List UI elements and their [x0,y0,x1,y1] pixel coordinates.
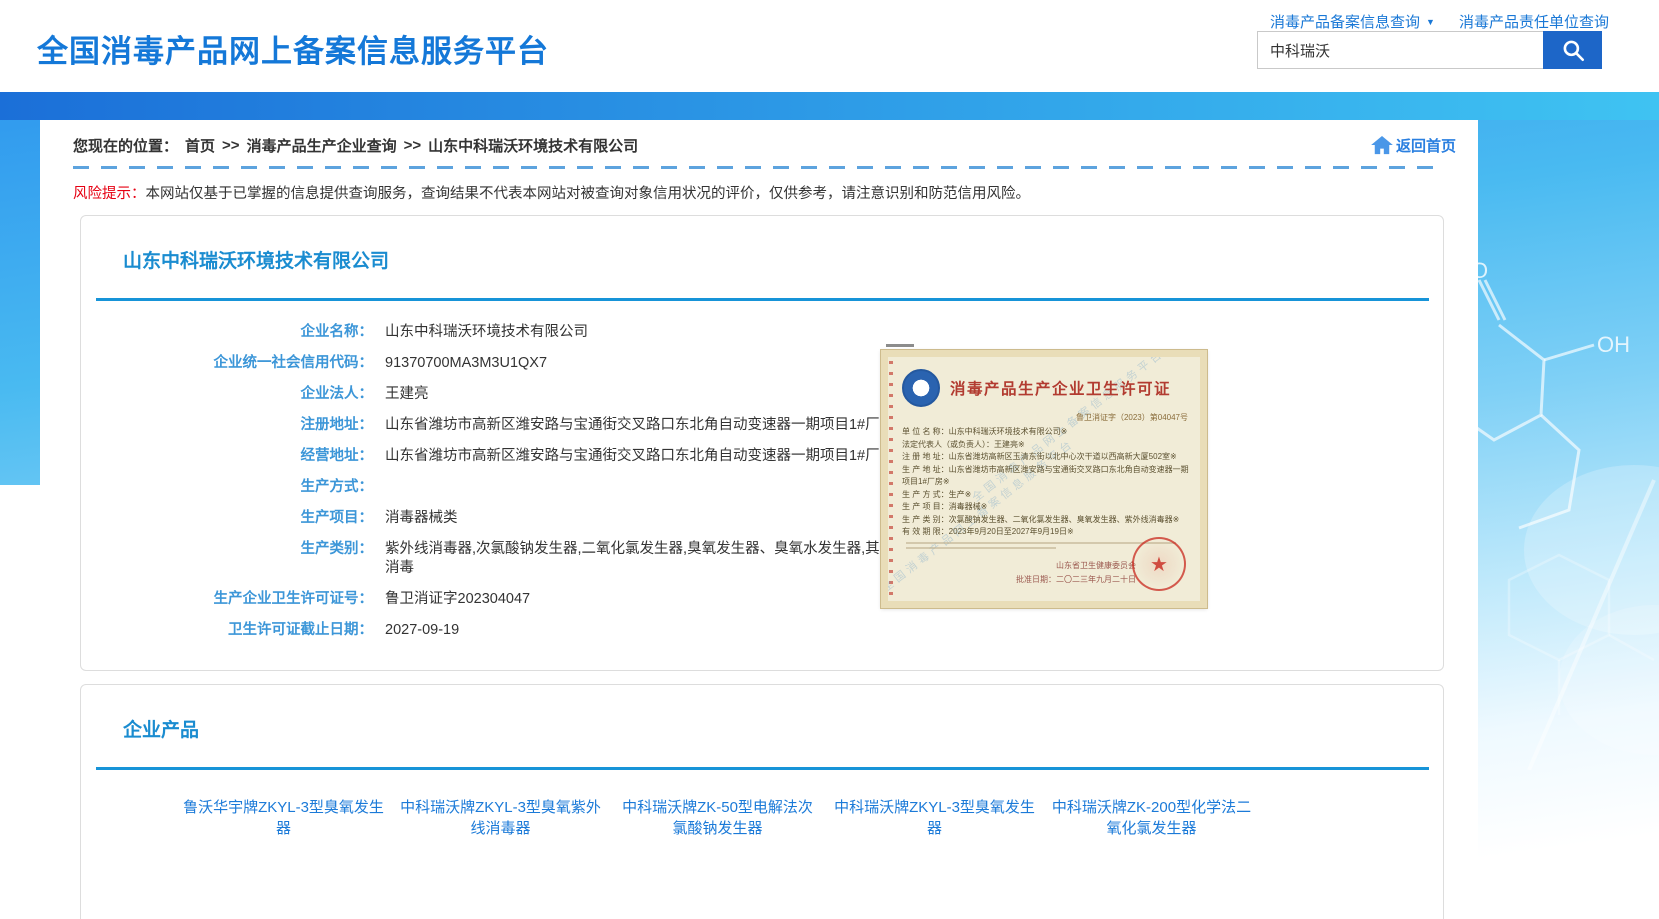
site-title: 全国消毒产品网上备案信息服务平台 [37,26,549,71]
company-field-row: 生产类别： 紫外线消毒器,次氯酸钠发生器,二氧化氯发生器,臭氧发生器、臭氧水发生器… [93,540,1443,578]
background-left-cut [0,485,40,919]
certificate-line: 生 产 地 址：山东省潍坊市高新区潍安路与宝通街交叉路口东北角自动变速器一期项目… [902,464,1192,489]
dashed-divider [73,166,1445,169]
breadcrumb-home[interactable]: 首页 [185,135,215,156]
chevron-down-icon: ▼ [1426,17,1435,27]
field-value: 鲁卫消证字202304047 [385,590,530,609]
company-field-row: 企业法人： 王建亮 [93,385,1443,404]
field-value: 2027-09-19 [385,621,459,640]
field-label: 生产项目： [93,509,373,528]
company-field-row: 注册地址： 山东省潍坊市高新区潍安路与宝通街交叉路口东北角自动变速器一期项目1#厂… [93,416,1443,435]
certificate-line: 生 产 项 目：消毒器械※ [902,501,1192,514]
field-value: 紫外线消毒器,次氯酸钠发生器,二氧化氯发生器,臭氧发生器、臭氧水发生器,其他器械… [385,540,925,578]
certificate-line: 注 册 地 址：山东省潍坊高新区玉清东街以北中心次干道以西高新大厦502室※ [902,451,1192,464]
breadcrumb: 您现在的位置： 首页 >> 消毒产品生产企业查询 >> 山东中科瑞沃环境技术有限… [40,120,1478,156]
site-header: 全国消毒产品网上备案信息服务平台 消毒产品备案信息查询 ▼ 消毒产品责任单位查询 [0,0,1659,92]
certificate-title: 消毒产品生产企业卫生许可证 [950,377,1171,399]
company-field-row: 生产方式： [93,478,1443,497]
certificate-emblem-icon [902,369,940,407]
product-link[interactable]: 中科瑞沃牌ZK-50型电解法次氯酸钠发生器 [615,797,820,839]
breadcrumb-path: 您现在的位置： 首页 >> 消毒产品生产企业查询 >> 山东中科瑞沃环境技术有限… [73,135,638,156]
search-box [1257,31,1602,69]
field-label: 经营地址： [93,447,373,466]
risk-notice-label: 风险提示： [73,186,146,202]
breadcrumb-separator: >> [222,137,240,154]
search-icon [1560,37,1586,63]
product-link[interactable]: 中科瑞沃牌ZKYL-3型臭氧发生器 [832,797,1037,839]
company-card: 山东中科瑞沃环境技术有限公司 企业名称：山东中科瑞沃环境技术有限公司企业统一社会… [80,215,1444,671]
hygiene-license-certificate-image: 全国消毒产品网上备案信息服务平台 全国消毒产品网上备案信息服务平台 消毒产品生产… [881,350,1207,608]
field-value: 山东省潍坊市高新区潍安路与宝通街交叉路口东北角自动变速器一期项目1#厂房 [385,447,894,466]
field-label: 生产方式： [93,478,373,497]
risk-notice-text: 本网站仅基于已掌握的信息提供查询服务，查询结果不代表本网站对被查询对象信用状况的… [146,186,1031,202]
company-field-row: 卫生许可证截止日期： 2027-09-19 [93,621,1443,640]
field-label: 企业统一社会信用代码： [93,354,373,373]
page: O OH 全国消毒产品网上备案信息服务平台 消毒产品备案信息查询 ▼ 消毒产品责… [0,0,1659,919]
company-card-title: 山东中科瑞沃环境技术有限公司 [81,216,1443,273]
certificate-approve-date: 批准日期：二〇二三年九月二十日 [1016,574,1136,585]
certificate-line: 有 效 期 限：2023年9月20日至2027年9月19日※ [902,526,1192,539]
field-label: 卫生许可证截止日期： [93,621,373,640]
back-home-label: 返回首页 [1396,135,1456,156]
field-value: 王建亮 [385,385,429,404]
main-container: 您现在的位置： 首页 >> 消毒产品生产企业查询 >> 山东中科瑞沃环境技术有限… [40,120,1478,919]
back-home-link[interactable]: 返回首页 [1371,135,1456,156]
certificate-line: 法定代表人（或负责人）：王建亮※ [902,439,1192,452]
company-fields: 企业名称： 山东中科瑞沃环境技术有限公司企业统一社会信用代码： 91370700MA… [81,301,1443,670]
company-field-row: 生产企业卫生许可证号： 鲁卫消证字202304047 [93,590,1443,609]
field-value: 消毒器械类 [385,509,458,528]
company-field-row: 经营地址： 山东省潍坊市高新区潍安路与宝通街交叉路口东北角自动变速器一期项目1#厂… [93,447,1443,466]
certificate-lines: 单 位 名 称：山东中科瑞沃环境技术有限公司※法定代表人（或负责人）：王建亮※注… [902,426,1192,539]
product-link[interactable]: 中科瑞沃牌ZK-200型化学法二氧化氯发生器 [1049,797,1254,839]
company-field-row: 生产项目： 消毒器械类 [93,509,1443,528]
products-card-title: 企业产品 [81,685,1443,742]
certificate-issuer: 山东省卫生健康委员会 [1056,560,1136,571]
nav-responsible-unit-query[interactable]: 消毒产品责任单位查询 [1459,11,1609,32]
certificate-red-seal-icon: ★ [1132,537,1186,591]
header-band [0,92,1659,120]
product-link[interactable]: 鲁沃华宇牌ZKYL-3型臭氧发生器 [181,797,386,839]
search-button[interactable] [1543,31,1602,69]
certificate-line: 生 产 类 别：次氯酸钠发生器、二氧化氯发生器、臭氧发生器、紫外线消毒器※ [902,514,1192,527]
product-link[interactable]: 中科瑞沃牌ZKYL-3型臭氧紫外线消毒器 [398,797,603,839]
field-label: 生产企业卫生许可证号： [93,590,373,609]
company-field-row: 企业统一社会信用代码： 91370700MA3M3U1QX7 [93,354,1443,373]
field-value: 山东中科瑞沃环境技术有限公司 [385,323,588,342]
breadcrumb-separator: >> [404,137,422,154]
breadcrumb-current: 山东中科瑞沃环境技术有限公司 [428,135,638,156]
field-value: 91370700MA3M3U1QX7 [385,354,547,373]
certificate-line: 单 位 名 称：山东中科瑞沃环境技术有限公司※ [902,426,1192,439]
product-list: 鲁沃华宇牌ZKYL-3型臭氧发生器中科瑞沃牌ZKYL-3型臭氧紫外线消毒器中科瑞… [81,770,1443,869]
home-icon [1371,136,1393,155]
svg-text:OH: OH [1597,332,1630,357]
field-value: 山东省潍坊市高新区潍安路与宝通街交叉路口东北角自动变速器一期项目1#厂房 [385,416,894,435]
certificate-header: 消毒产品生产企业卫生许可证 [902,369,1192,407]
certificate-line: 生 产 方 式：生产※ [902,489,1192,502]
risk-notice: 风险提示：本网站仅基于已掌握的信息提供查询服务，查询结果不代表本网站对被查询对象… [73,182,1445,203]
products-card: 企业产品 鲁沃华宇牌ZKYL-3型臭氧发生器中科瑞沃牌ZKYL-3型臭氧紫外线消… [80,684,1444,919]
field-label: 注册地址： [93,416,373,435]
field-label: 生产类别： [93,540,373,578]
field-label: 企业法人： [93,385,373,404]
nav-responsible-unit-query-label: 消毒产品责任单位查询 [1459,11,1609,32]
search-input[interactable] [1257,31,1543,69]
molecule-decoration: O OH [1469,150,1659,770]
certificate-number: 鲁卫消证字（2023）第04047号 [888,412,1188,423]
breadcrumb-enterprise-query[interactable]: 消毒产品生产企业查询 [247,135,397,156]
nav-record-info-query-label: 消毒产品备案信息查询 [1270,11,1420,32]
company-field-row: 企业名称： 山东中科瑞沃环境技术有限公司 [93,323,1443,342]
field-label: 企业名称： [93,323,373,342]
mini-dash [886,344,914,347]
nav-record-info-query[interactable]: 消毒产品备案信息查询 ▼ [1270,11,1435,32]
top-nav: 消毒产品备案信息查询 ▼ 消毒产品责任单位查询 [1270,11,1609,32]
breadcrumb-prefix: 您现在的位置： [73,135,178,156]
